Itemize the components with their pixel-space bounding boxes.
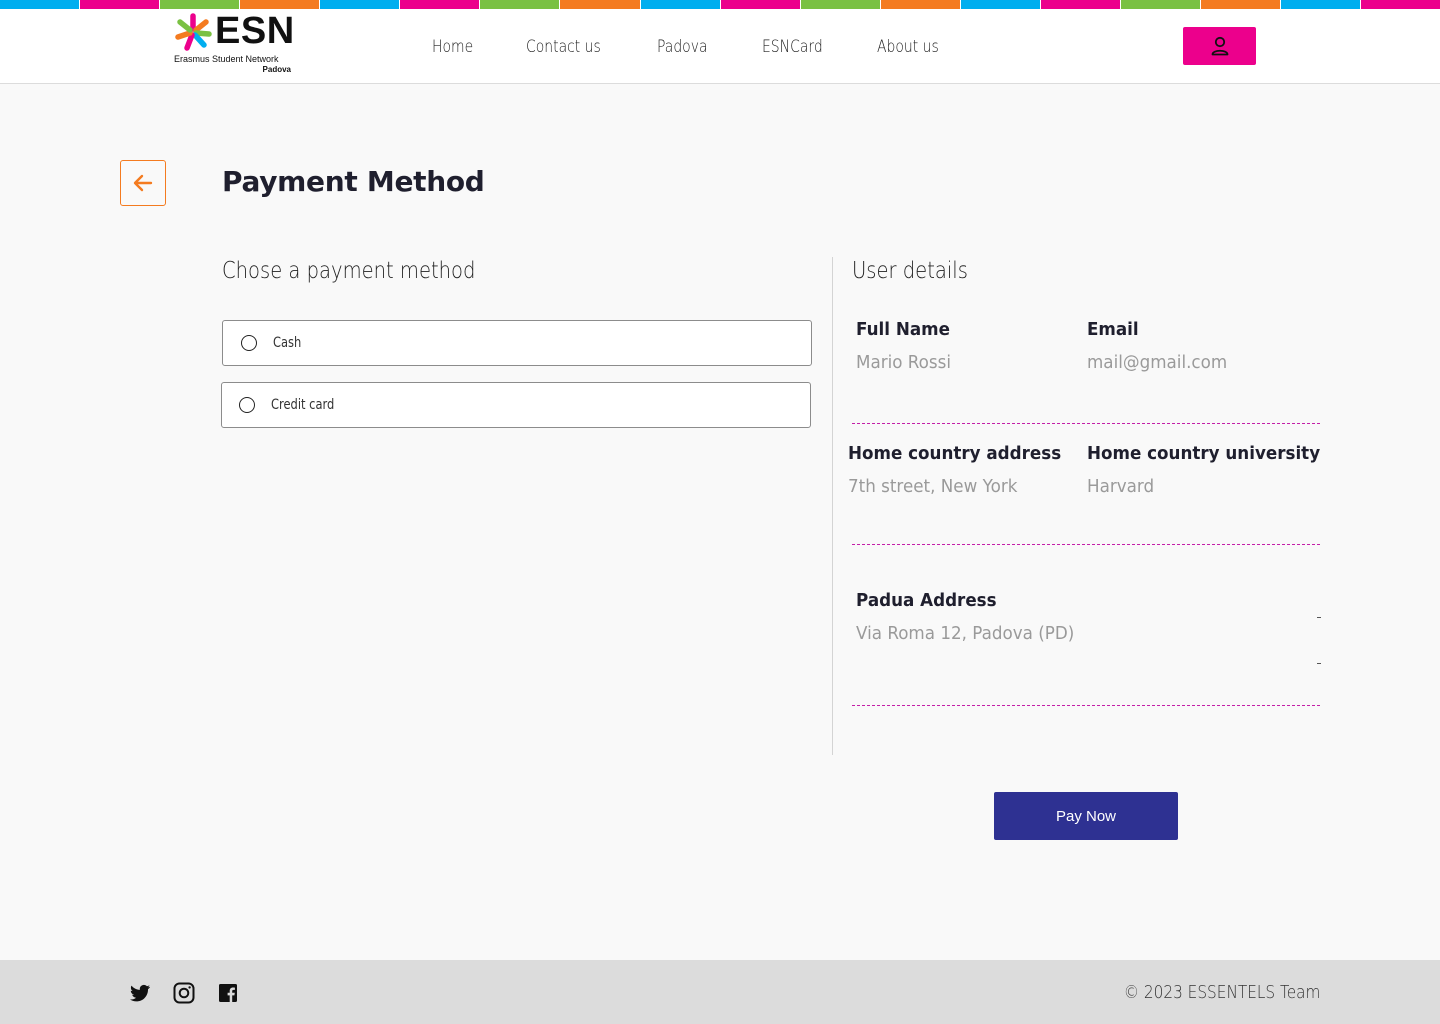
- stripe-segment: [480, 0, 561, 9]
- copyright-text: © 2023 ESSENTELS Team: [1123, 982, 1320, 1003]
- email-value: mail@gmail.com: [1087, 352, 1228, 373]
- stripe-segment: [1120, 0, 1201, 9]
- full-name-value: Mario Rossi: [856, 352, 952, 373]
- tick-mark: [1317, 617, 1321, 618]
- section-divider: [852, 705, 1320, 706]
- home-university-value: Harvard: [1087, 476, 1155, 497]
- full-name-label: Full Name: [856, 319, 950, 340]
- email-label: Email: [1087, 319, 1139, 340]
- user-details-heading: User details: [852, 258, 968, 284]
- payment-option-cash[interactable]: Cash: [222, 320, 812, 366]
- home-address-value: 7th street, New York: [848, 476, 1018, 497]
- nav-home[interactable]: Home: [432, 37, 473, 57]
- site-footer: © 2023 ESSENTELS Team: [0, 960, 1440, 1024]
- stripe-segment: [0, 0, 81, 9]
- stripe-segment: [640, 0, 721, 9]
- esn-star-icon: [175, 13, 212, 51]
- section-divider: [852, 423, 1320, 424]
- nav-about-us[interactable]: About us: [877, 37, 939, 57]
- pay-now-button[interactable]: Pay Now: [994, 792, 1178, 840]
- page-title: Payment Method: [222, 165, 485, 198]
- cash-label: Cash: [273, 335, 302, 351]
- home-address-label: Home country address: [848, 443, 1062, 464]
- credit-card-radio[interactable]: [239, 397, 255, 413]
- stripe-segment: [320, 0, 401, 9]
- esn-logo[interactable]: ESN Erasmus Student Network Padova: [173, 10, 297, 74]
- stripe-segment: [880, 0, 961, 9]
- user-account-button[interactable]: [1183, 27, 1256, 65]
- stripe-segment: [1361, 0, 1440, 9]
- nav-esncard[interactable]: ESNCard: [762, 37, 823, 57]
- home-university-label: Home country university: [1087, 443, 1321, 464]
- arrow-left-icon: [133, 174, 153, 192]
- stripe-segment: [960, 0, 1041, 9]
- stripe-segment: [240, 0, 321, 9]
- stripe-segment: [80, 0, 161, 9]
- cash-radio[interactable]: [241, 335, 257, 351]
- stripe-segment: [720, 0, 801, 9]
- stripe-segment: [800, 0, 881, 9]
- logo-city: Padova: [262, 65, 291, 74]
- padua-address-label: Padua Address: [856, 590, 997, 611]
- section-divider: [852, 544, 1320, 545]
- twitter-icon[interactable]: [128, 981, 152, 1005]
- stripe-segment: [560, 0, 641, 9]
- facebook-icon[interactable]: [216, 981, 240, 1005]
- payment-method-heading: Chose a payment method: [222, 258, 476, 284]
- site-header: ESN Erasmus Student Network Padova Home …: [0, 9, 1440, 84]
- nav-padova[interactable]: Padova: [657, 37, 707, 57]
- stripe-segment: [1281, 0, 1362, 9]
- user-icon: [1211, 36, 1228, 56]
- credit-card-label: Credit card: [271, 397, 335, 413]
- instagram-icon[interactable]: [172, 981, 196, 1005]
- top-color-stripe: [0, 0, 1440, 9]
- padua-address-value: Via Roma 12, Padova (PD): [856, 623, 1075, 644]
- stripe-segment: [160, 0, 241, 9]
- nav-contact-us[interactable]: Contact us: [526, 37, 601, 57]
- column-divider: [832, 257, 833, 755]
- logo-text: ESN: [215, 10, 295, 52]
- back-button[interactable]: [120, 160, 166, 206]
- logo-subtitle: Erasmus Student Network: [174, 54, 279, 64]
- tick-mark: [1317, 663, 1321, 664]
- payment-option-credit-card[interactable]: Credit card: [221, 382, 811, 428]
- stripe-segment: [1200, 0, 1281, 9]
- stripe-segment: [400, 0, 481, 9]
- stripe-segment: [1040, 0, 1121, 9]
